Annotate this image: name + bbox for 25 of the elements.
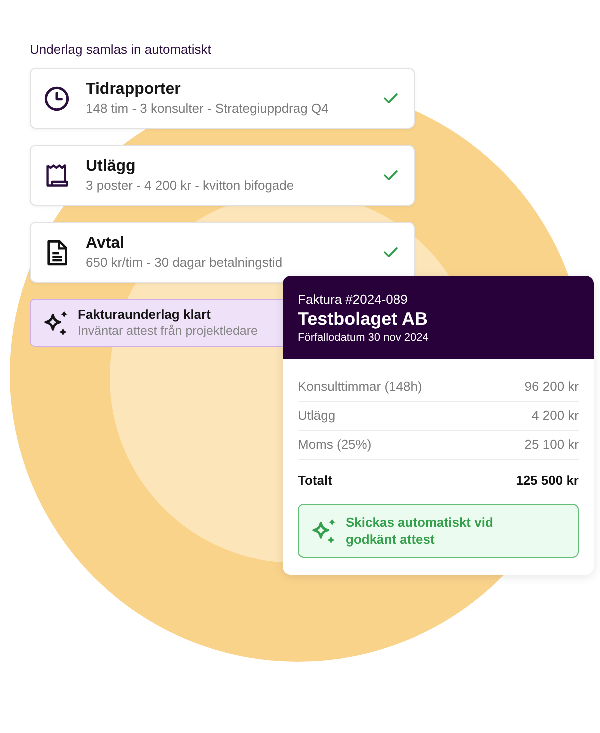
source-detail: 148 tim - 3 konsulter - Strategiuppdrag Q4 — [86, 100, 330, 118]
clock-icon — [44, 86, 70, 112]
source-title: Tidrapporter — [86, 80, 182, 100]
line-amount: 96 200 kr — [524, 378, 579, 396]
due-date: Förfallodatum 30 nov 2024 — [298, 331, 430, 345]
sparkles-icon — [311, 518, 338, 544]
sparkles-icon — [43, 310, 70, 336]
total-label: Totalt — [298, 472, 332, 490]
source-title: Avtal — [86, 234, 126, 254]
invoice-number: Faktura #2024-089 — [298, 291, 409, 308]
total-amount: 125 500 kr — [516, 472, 579, 490]
source-title: Utlägg — [86, 157, 137, 177]
status-detail: Inväntar attest från projektledare — [78, 323, 258, 340]
line-amount: 4 200 kr — [532, 407, 579, 425]
line-label: Utlägg — [298, 407, 336, 425]
line-label: Moms (25%) — [298, 436, 372, 454]
status-title: Fakturaunderlag klart — [78, 306, 212, 323]
source-detail: 650 kr/tim - 30 dagar betalningstid — [86, 254, 284, 272]
receipt-icon — [44, 162, 70, 188]
notice-text: Skickas automatiskt vid godkänt attest — [346, 514, 494, 548]
source-detail: 3 poster - 4 200 kr - kvitton bifogade — [86, 177, 296, 195]
section-heading: Underlag samlas in automatiskt — [30, 41, 212, 59]
line-label: Konsulttimmar (148h) — [298, 378, 422, 396]
line-amount: 25 100 kr — [524, 436, 579, 454]
customer-name: Testbolaget AB — [298, 308, 430, 331]
